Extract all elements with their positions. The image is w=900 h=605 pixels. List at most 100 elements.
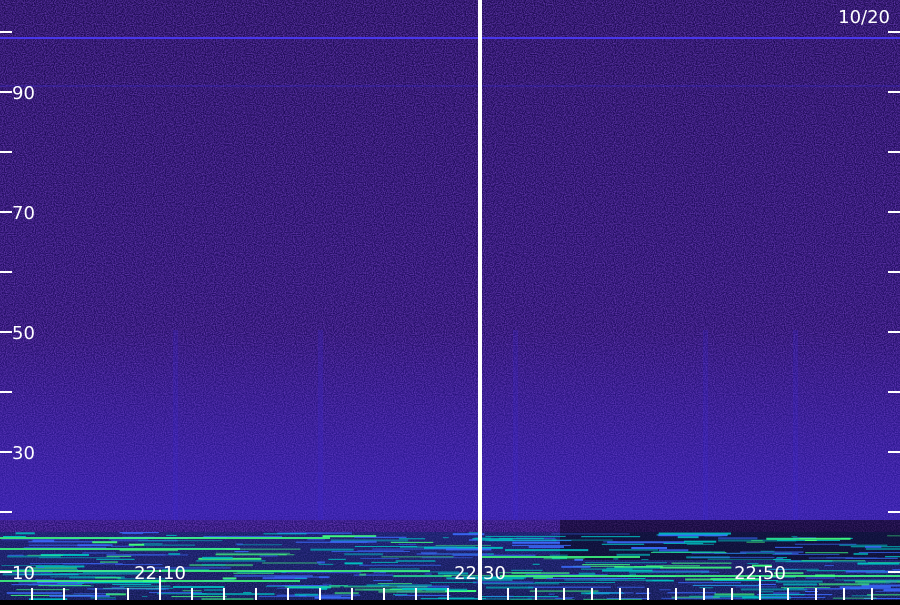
signal-stroke bbox=[718, 537, 757, 539]
strong-signal-band bbox=[0, 548, 240, 550]
x-tick bbox=[127, 588, 129, 600]
signal-stroke bbox=[63, 563, 123, 564]
signal-stroke bbox=[425, 573, 432, 574]
signal-stroke bbox=[691, 553, 746, 554]
signal-stroke bbox=[204, 590, 224, 591]
signal-stroke bbox=[512, 542, 560, 544]
signal-stroke bbox=[436, 545, 491, 546]
signal-stroke bbox=[16, 532, 35, 534]
signal-stroke bbox=[781, 587, 830, 588]
signal-stroke bbox=[684, 541, 716, 543]
x-tick bbox=[815, 588, 817, 600]
signal-stroke bbox=[714, 593, 754, 595]
signal-stroke bbox=[775, 547, 803, 548]
signal-stroke bbox=[112, 584, 151, 585]
signal-stroke bbox=[317, 561, 325, 563]
signal-stroke bbox=[90, 597, 115, 598]
signal-stroke bbox=[887, 535, 900, 536]
signal-stroke bbox=[766, 538, 799, 539]
signal-stroke bbox=[641, 559, 648, 560]
signal-stroke bbox=[687, 544, 714, 545]
x-tick bbox=[703, 588, 705, 600]
y-tick-label: 70 bbox=[12, 203, 35, 224]
signal-stroke bbox=[613, 558, 618, 559]
signal-stroke bbox=[50, 576, 116, 577]
signal-stroke bbox=[7, 592, 62, 594]
spectrogram-chart: 1030507090 22:1022:3022:50 10/20 bbox=[0, 0, 900, 600]
signal-stroke bbox=[446, 548, 492, 550]
signal-stroke bbox=[374, 572, 386, 573]
signal-stroke bbox=[157, 593, 207, 594]
y-tick-right bbox=[888, 511, 900, 513]
signal-stroke bbox=[277, 595, 360, 596]
x-tick bbox=[787, 588, 789, 600]
signal-stroke bbox=[547, 578, 628, 579]
signal-stroke bbox=[307, 539, 324, 540]
signal-stroke bbox=[848, 571, 855, 572]
signal-stroke bbox=[617, 587, 645, 588]
signal-stroke bbox=[692, 585, 760, 586]
signal-stroke bbox=[772, 554, 839, 555]
y-tick-right bbox=[888, 271, 900, 273]
signal-stroke bbox=[235, 551, 249, 552]
x-tick bbox=[563, 588, 565, 600]
vertical-streak bbox=[793, 330, 798, 520]
x-tick bbox=[287, 588, 289, 600]
signal-stroke bbox=[469, 539, 477, 541]
signal-stroke bbox=[485, 536, 565, 537]
signal-stroke bbox=[202, 564, 226, 565]
x-tick bbox=[843, 588, 845, 600]
signal-stroke bbox=[323, 584, 332, 585]
signal-stroke bbox=[528, 598, 562, 599]
signal-stroke bbox=[815, 588, 900, 589]
signal-stroke bbox=[581, 536, 640, 537]
signal-stroke bbox=[234, 575, 313, 577]
signal-stroke bbox=[892, 569, 900, 570]
signal-stroke bbox=[438, 597, 474, 598]
signal-stroke bbox=[320, 588, 327, 590]
signal-stroke bbox=[475, 538, 491, 539]
y-tick-label: 90 bbox=[12, 83, 35, 104]
signal-stroke bbox=[37, 567, 44, 568]
vertical-streak bbox=[703, 330, 708, 520]
signal-stroke bbox=[579, 573, 596, 575]
signal-stroke bbox=[505, 549, 588, 551]
signal-stroke bbox=[373, 549, 454, 550]
signal-stroke bbox=[886, 581, 897, 582]
signal-stroke bbox=[236, 544, 243, 545]
signal-stroke bbox=[319, 576, 329, 578]
signal-stroke bbox=[529, 546, 564, 548]
signal-stroke bbox=[805, 540, 817, 541]
signal-stroke bbox=[237, 544, 282, 545]
signal-stroke bbox=[609, 549, 658, 550]
signal-stroke bbox=[216, 554, 287, 555]
signal-stroke bbox=[279, 554, 295, 555]
x-tick bbox=[255, 588, 257, 600]
signal-stroke bbox=[396, 560, 436, 562]
x-tick bbox=[731, 588, 733, 600]
y-tick-left bbox=[0, 91, 12, 93]
signal-stroke bbox=[857, 563, 899, 565]
signal-stroke bbox=[691, 557, 774, 558]
signal-stroke bbox=[77, 544, 112, 546]
signal-stroke bbox=[631, 547, 667, 549]
signal-stroke bbox=[672, 563, 732, 564]
signal-stroke bbox=[585, 562, 667, 563]
signal-stroke bbox=[27, 555, 63, 556]
chart-svg: 1030507090 22:1022:3022:50 10/20 bbox=[0, 0, 900, 600]
signal-stroke bbox=[708, 559, 776, 560]
x-tick bbox=[191, 588, 193, 600]
signal-stroke bbox=[282, 572, 362, 573]
y-tick-label: 50 bbox=[12, 323, 35, 344]
signal-stroke bbox=[667, 592, 716, 593]
signal-stroke bbox=[751, 540, 762, 541]
y-tick-right bbox=[888, 91, 900, 93]
y-tick-label: 10 bbox=[12, 563, 35, 584]
x-tick bbox=[415, 588, 417, 600]
signal-stroke bbox=[79, 582, 93, 583]
y-tick-left bbox=[0, 151, 12, 153]
signal-stroke bbox=[399, 538, 425, 539]
signal-stroke bbox=[802, 560, 866, 561]
x-tick bbox=[591, 588, 593, 600]
signal-stroke bbox=[883, 589, 900, 591]
